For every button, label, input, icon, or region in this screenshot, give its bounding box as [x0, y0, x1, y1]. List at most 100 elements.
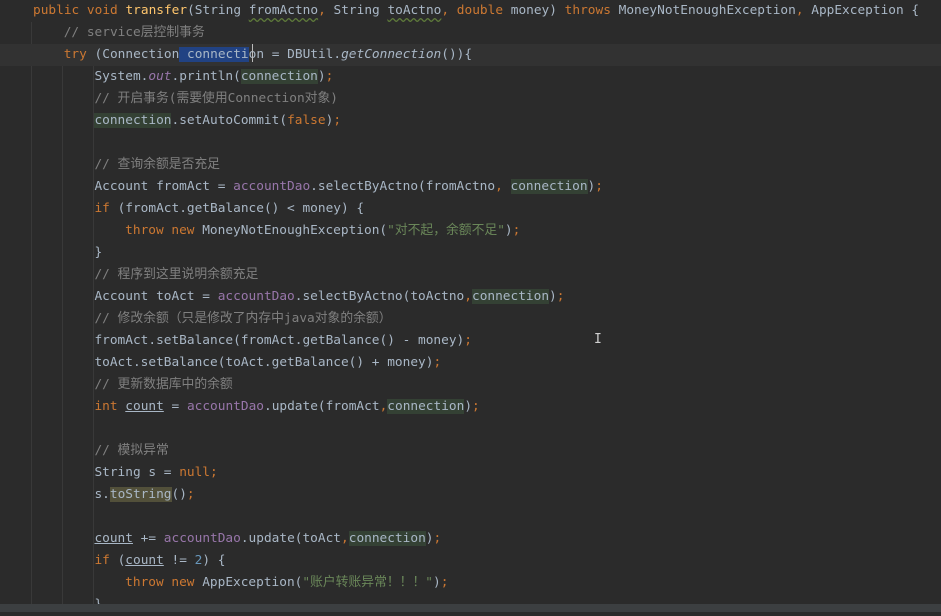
- code-text: Account fromAct = accountDao.selectByAct…: [94, 176, 603, 198]
- code-token: out: [148, 69, 172, 84]
- code-token: count: [125, 399, 164, 414]
- code-text: int count = accountDao.update(fromAct,co…: [94, 396, 480, 418]
- code-token: count: [125, 553, 164, 568]
- code-token: MoneyNotEnoughException: [610, 3, 796, 18]
- code-text: s.toString();: [94, 484, 195, 506]
- code-line[interactable]: [0, 418, 941, 440]
- code-keyword: null: [179, 465, 211, 480]
- code-line[interactable]: Account fromAct = accountDao.selectByAct…: [0, 176, 941, 198]
- code-line[interactable]: s.toString();: [0, 484, 941, 506]
- code-line[interactable]: // 模拟异常: [0, 440, 941, 462]
- code-token: accountDao: [233, 179, 311, 194]
- code-token: ): [317, 69, 326, 84]
- code-keyword: throw new: [125, 575, 203, 590]
- code-line[interactable]: // 开启事务(需要使用Connection对象): [0, 88, 941, 110]
- code-token: .update(toAct: [240, 531, 342, 546]
- code-token: count: [94, 531, 133, 546]
- code-line[interactable]: [0, 506, 941, 528]
- code-text: toAct.setBalance(toAct.getBalance() + mo…: [94, 352, 441, 374]
- code-line[interactable]: if (count != 2) {: [0, 550, 941, 572]
- code-string: "账户转账异常！！！": [302, 575, 433, 590]
- code-token: +=: [132, 531, 164, 546]
- code-line[interactable]: int count = accountDao.update(fromAct,co…: [0, 396, 941, 418]
- code-line[interactable]: // service层控制事务: [0, 22, 941, 44]
- code-keyword: ,: [495, 179, 511, 194]
- code-text: // 程序到这里说明余额充足: [94, 264, 258, 286]
- code-token: (): [171, 487, 187, 502]
- code-comment: // service层控制事务: [63, 25, 205, 40]
- code-keyword: int: [94, 399, 118, 414]
- code-token: accountDao: [186, 399, 264, 414]
- code-text: count += accountDao.update(toAct,connect…: [94, 528, 441, 550]
- code-line[interactable]: // 查询余额是否充足: [0, 154, 941, 176]
- code-line[interactable]: fromAct.setBalance(fromAct.getBalance() …: [0, 330, 941, 352]
- code-token: (Connection: [86, 47, 180, 62]
- code-line[interactable]: try (Connection connection = DBUtil.getC…: [0, 44, 941, 66]
- code-keyword: ;: [464, 333, 472, 348]
- code-line[interactable]: System.out.println(connection);: [0, 66, 941, 88]
- code-token: .selectByActno(fromActno: [310, 179, 496, 194]
- editor-bottom-bar: [0, 604, 941, 612]
- code-token: AppException {: [811, 3, 920, 18]
- code-keyword: ;: [440, 575, 449, 590]
- code-token: ): [549, 289, 557, 304]
- code-token: connection: [387, 399, 465, 414]
- code-keyword: ;: [210, 465, 218, 480]
- code-line[interactable]: Account toAct = accountDao.selectByActno…: [0, 286, 941, 308]
- code-text: Account toAct = accountDao.selectByActno…: [94, 286, 564, 308]
- code-token: !=: [163, 553, 195, 568]
- code-token: fromAct.setBalance(fromAct.getBalance() …: [94, 333, 465, 348]
- code-text: throw new MoneyNotEnoughException("对不起，余…: [125, 220, 520, 242]
- code-token: fromActno: [248, 3, 319, 18]
- code-line[interactable]: throw new AppException("账户转账异常！！！");: [0, 572, 941, 594]
- code-token: toString: [109, 487, 172, 502]
- code-text: String s = null;: [94, 462, 217, 484]
- code-line[interactable]: // 更新数据库中的余额: [0, 374, 941, 396]
- code-line[interactable]: connection.setAutoCommit(false);: [0, 110, 941, 132]
- code-text: // 开启事务(需要使用Connection对象): [94, 88, 338, 110]
- code-token: connection: [510, 179, 588, 194]
- code-token: MoneyNotEnoughException(: [202, 223, 388, 238]
- code-line[interactable]: // 程序到这里说明余额充足: [0, 264, 941, 286]
- code-keyword: ;: [186, 487, 195, 502]
- code-text: public void transfer(String fromActno, S…: [33, 0, 919, 22]
- code-token: Account toAct =: [94, 289, 218, 304]
- code-editor[interactable]: public void transfer(String fromActno, S…: [0, 0, 941, 612]
- code-comment: // 开启事务(需要使用Connection对象): [94, 91, 338, 106]
- code-keyword: ;: [472, 399, 480, 414]
- code-line[interactable]: [0, 132, 941, 154]
- code-line[interactable]: public void transfer(String fromActno, S…: [0, 0, 941, 22]
- code-token: transfer: [125, 3, 188, 18]
- code-keyword: ,: [441, 3, 457, 18]
- code-line[interactable]: toAct.setBalance(toAct.getBalance() + mo…: [0, 352, 941, 374]
- code-keyword: ,: [795, 3, 812, 18]
- code-text: try (Connection connection = DBUtil.getC…: [64, 44, 472, 66]
- code-text: fromAct.setBalance(fromAct.getBalance() …: [94, 330, 472, 352]
- code-token: (: [109, 553, 126, 568]
- code-line[interactable]: if (fromAct.getBalance() < money) {: [0, 198, 941, 220]
- code-comment: // 修改余额（只是修改了内存中java对象的余额）: [94, 311, 392, 326]
- code-line[interactable]: count += accountDao.update(toAct,connect…: [0, 528, 941, 550]
- code-token: ): [504, 223, 513, 238]
- code-token: .selectByActno(toActno: [294, 289, 465, 304]
- code-keyword: throw new: [125, 223, 203, 238]
- code-token: System.: [94, 69, 149, 84]
- code-token: .update(fromAct: [263, 399, 380, 414]
- code-comment: // 模拟异常: [94, 443, 169, 458]
- code-text: System.out.println(connection);: [94, 66, 333, 88]
- code-string: "对不起，余额不足": [387, 223, 505, 238]
- code-line[interactable]: }: [0, 242, 941, 264]
- code-line[interactable]: String s = null;: [0, 462, 941, 484]
- code-line[interactable]: // 修改余额（只是修改了内存中java对象的余额）: [0, 308, 941, 330]
- code-token: ): [425, 531, 434, 546]
- code-token: connection: [94, 113, 172, 128]
- code-token: }: [94, 245, 103, 260]
- code-keyword: ;: [556, 289, 565, 304]
- code-keyword: throws: [564, 3, 611, 18]
- code-comment: // 更新数据库中的余额: [94, 377, 233, 392]
- code-keyword: ,: [341, 531, 349, 546]
- code-token: =: [163, 399, 187, 414]
- code-line[interactable]: throw new MoneyNotEnoughException("对不起，余…: [0, 220, 941, 242]
- text-caret: [252, 44, 253, 62]
- code-token: toActno: [387, 3, 442, 18]
